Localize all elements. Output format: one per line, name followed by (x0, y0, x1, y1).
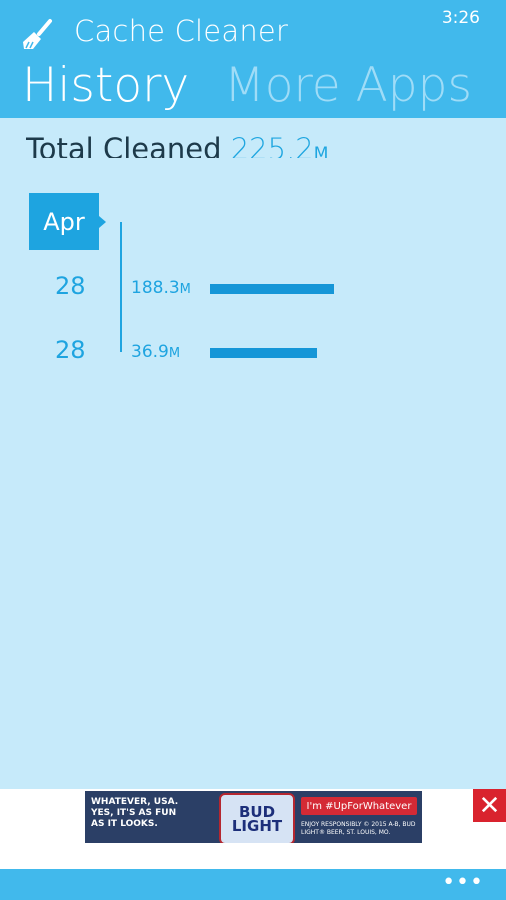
history-size: 36.9M (131, 342, 180, 362)
ad-area: WHATEVER, USA. YES, IT'S AS FUN AS IT LO… (0, 789, 506, 869)
month-pointer (99, 216, 106, 228)
total-label: Total Cleaned (26, 132, 222, 158)
tab-history[interactable]: History (22, 58, 189, 113)
history-day: 28 (55, 272, 86, 300)
history-size: 188.3M (131, 278, 191, 298)
ad-banner[interactable]: WHATEVER, USA. YES, IT'S AS FUN AS IT LO… (85, 791, 422, 843)
total-value: 225.2 (230, 132, 314, 158)
history-row: 28 36.9M (0, 336, 506, 376)
history-day: 28 (55, 336, 86, 364)
header: 3:26 Cache Cleaner History More Apps Ca (0, 0, 506, 118)
history-size-unit: M (168, 346, 181, 361)
ad-text: WHATEVER, USA. YES, IT'S AS FUN AS IT LO… (91, 797, 179, 829)
ad-cta-button[interactable]: I'm #UpForWhatever (301, 797, 417, 815)
month-tile: Apr (29, 193, 99, 250)
tab-more-apps[interactable]: More Apps (224, 58, 472, 113)
total-unit: M (313, 144, 329, 158)
status-time: 3:26 (441, 8, 480, 28)
ad-disclaimer: ENJOY RESPONSIBLY © 2015 A-B, BUD LIGHT®… (301, 821, 416, 836)
summary-clip: Total Cleaned 225.2M (0, 118, 506, 158)
history-bar (210, 348, 317, 358)
history-size-value: 188.3 (131, 278, 180, 298)
total-cleaned: Total Cleaned 225.2M (26, 132, 328, 158)
ad-logo: BUD LIGHT (219, 793, 295, 843)
history-size-unit: M (179, 282, 191, 297)
app-title: Cache Cleaner (74, 14, 289, 48)
broom-icon (23, 19, 52, 49)
app-bar: ••• (0, 869, 506, 900)
history-size-value: 36.9 (131, 342, 169, 362)
history-row: 28 188.3M (0, 272, 506, 312)
history-bar (210, 284, 334, 294)
pivot-header: History More Apps Ca (22, 58, 506, 113)
more-options-icon[interactable]: ••• (442, 872, 484, 894)
close-icon[interactable]: ✕ (473, 789, 506, 822)
